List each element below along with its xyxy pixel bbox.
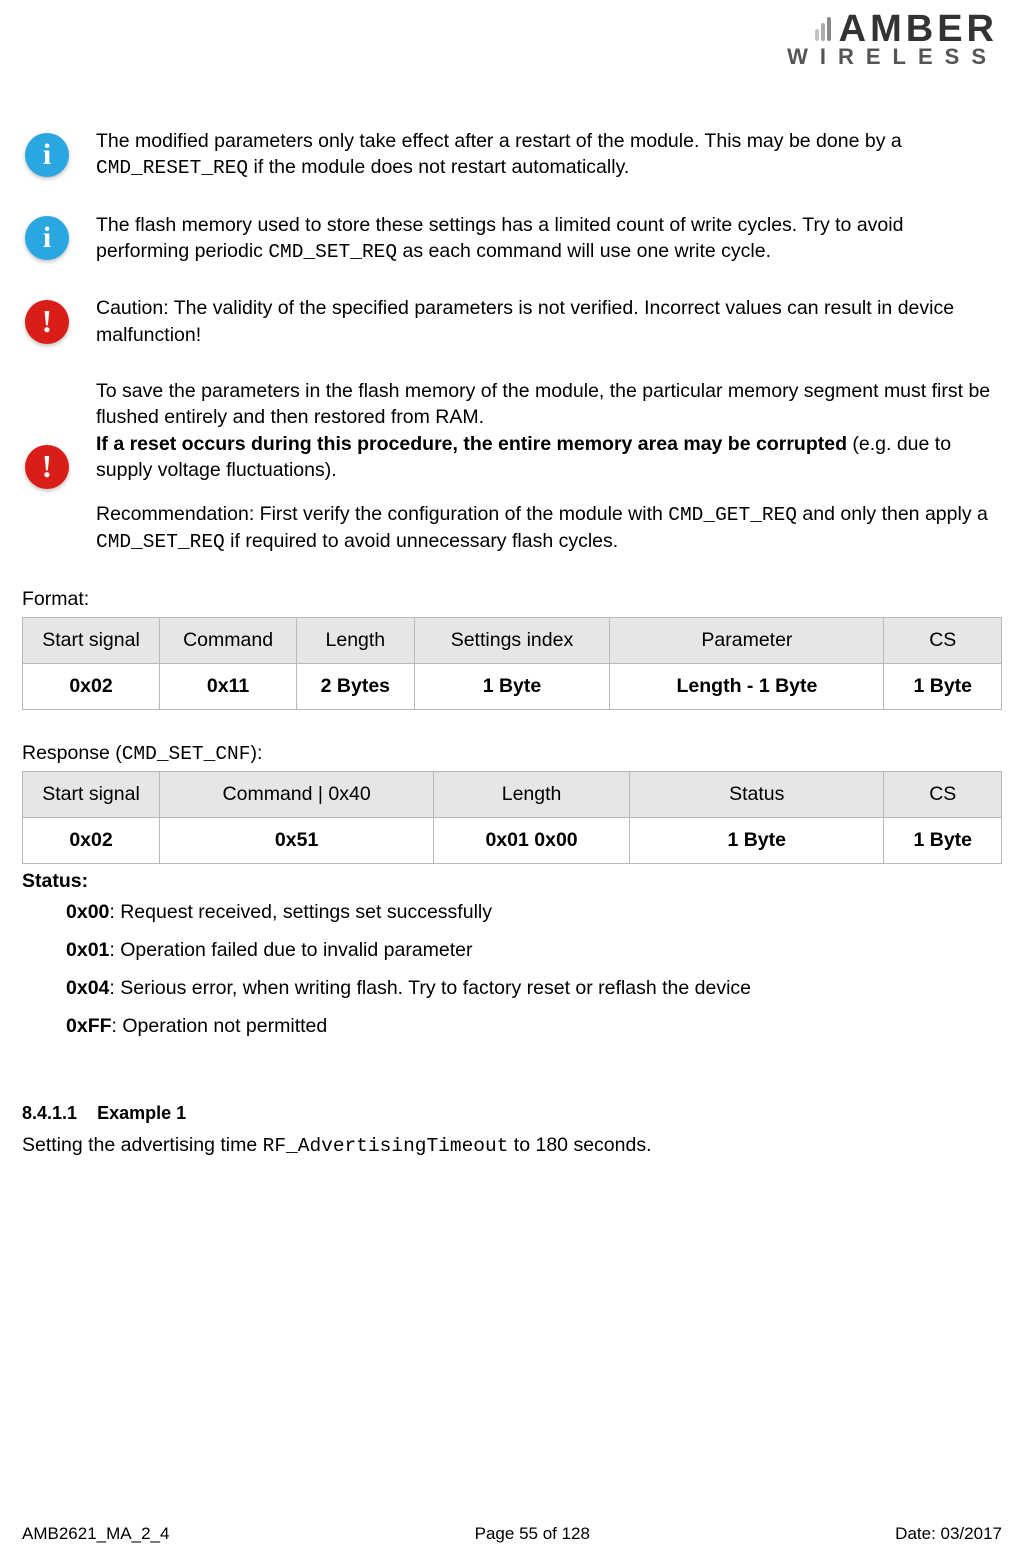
callout-text: Caution: The validity of the specified p… [96,295,1002,348]
callout-text: To save the parameters in the flash memo… [96,378,1002,556]
format-label: Format: [22,588,1002,611]
table-cell: 1 Byte [884,663,1002,709]
warning-icon: ! [25,445,69,489]
status-title: Status: [22,870,1002,893]
table-header: Length [297,617,414,663]
callout-text: The modified parameters only take effect… [96,128,1002,182]
warning-callout-reset: ! To save the parameters in the flash me… [22,378,1002,556]
footer-doc-id: AMB2621_MA_2_4 [22,1524,169,1544]
signal-waves-icon [815,17,831,41]
table-header: Command [160,617,297,663]
logo-text-wireless: WIRELESS [787,46,998,68]
example-heading: 8.4.1.1 Example 1 [22,1103,1002,1124]
warning-callout-validity: ! Caution: The validity of the specified… [22,295,1002,348]
table-header: CS [884,771,1002,817]
table-cell: Length - 1 Byte [610,663,884,709]
page-header: AMBER WIRELESS [22,10,1002,68]
info-icon: i [25,216,69,260]
table-header: Start signal [23,771,160,817]
footer-page-number: Page 55 of 128 [475,1524,590,1544]
status-item: 0x04: Serious error, when writing flash.… [66,969,1002,1007]
info-callout-restart: i The modified parameters only take effe… [22,128,1002,182]
table-header: Settings index [414,617,610,663]
table-cell: 0x02 [23,817,160,863]
info-icon: i [25,133,69,177]
table-cell: 1 Byte [414,663,610,709]
table-header: Status [629,771,884,817]
status-item: 0x00: Request received, settings set suc… [66,893,1002,931]
response-label: Response (CMD_SET_CNF): [22,742,1002,765]
page-footer: AMB2621_MA_2_4 Page 55 of 128 Date: 03/2… [22,1524,1002,1544]
table-cell: 1 Byte [629,817,884,863]
table-header: Length [434,771,630,817]
table-cell: 0x02 [23,663,160,709]
table-cell: 0x01 0x00 [434,817,630,863]
callout-text: The flash memory used to store these set… [96,212,1002,266]
status-block: Status: 0x00: Request received, settings… [22,870,1002,1045]
table-cell: 2 Bytes [297,663,414,709]
table-cell: 1 Byte [884,817,1002,863]
format-table: Start signal Command Length Settings ind… [22,617,1002,710]
response-table: Start signal Command | 0x40 Length Statu… [22,771,1002,864]
status-item: 0x01: Operation failed due to invalid pa… [66,931,1002,969]
table-cell: 0x51 [160,817,434,863]
table-header: Parameter [610,617,884,663]
example-text: Setting the advertising time RF_Advertis… [22,1134,1002,1157]
table-header: Start signal [23,617,160,663]
brand-logo: AMBER WIRELESS [787,10,998,68]
status-item: 0xFF: Operation not permitted [66,1007,1002,1045]
table-cell: 0x11 [160,663,297,709]
table-header: Command | 0x40 [160,771,434,817]
info-callout-flash-cycles: i The flash memory used to store these s… [22,212,1002,266]
warning-icon: ! [25,300,69,344]
table-header: CS [884,617,1002,663]
logo-text-amber: AMBER [839,10,998,48]
footer-date: Date: 03/2017 [895,1524,1002,1544]
